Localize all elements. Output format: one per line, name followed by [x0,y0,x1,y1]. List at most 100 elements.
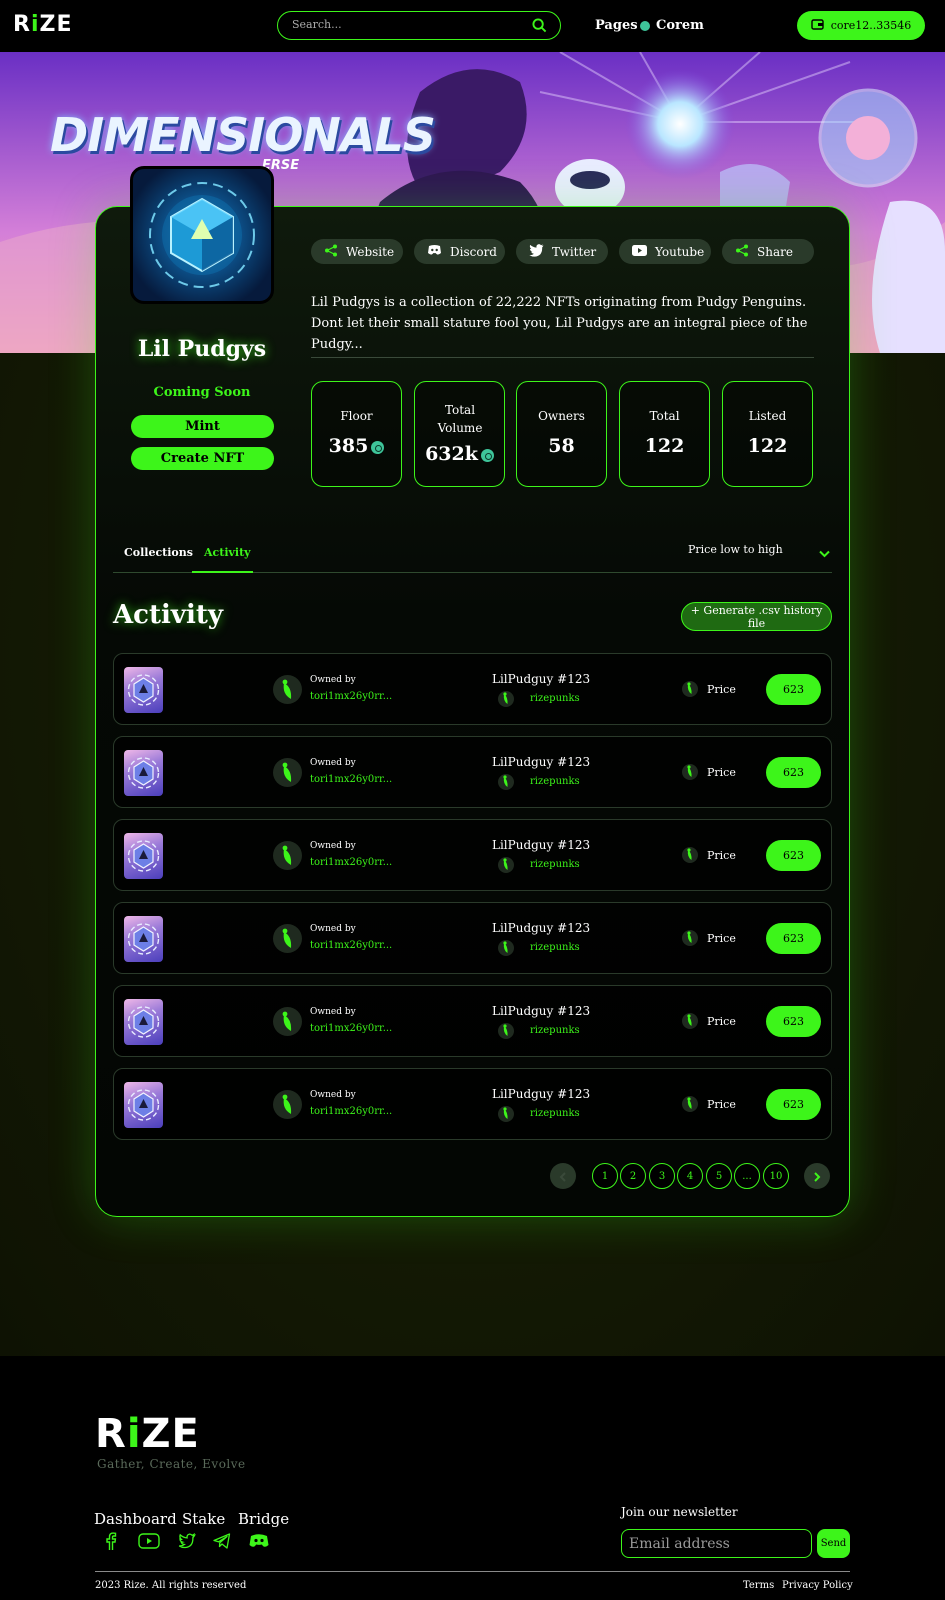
mint-button[interactable]: Mint [131,415,274,438]
youtube-button[interactable]: Youtube [619,239,711,264]
nft-thumbnail[interactable] [124,999,163,1045]
stat-owners: Owners 58 [516,381,607,487]
privacy-policy-link[interactable]: Privacy Policy [782,1580,853,1591]
rize-leaf-icon [498,857,514,873]
page-button[interactable]: 2 [620,1163,646,1189]
owner-address[interactable]: tori1mx26y0rr... [310,1023,392,1034]
facebook-icon[interactable] [101,1531,121,1551]
nft-name[interactable]: LilPudguy #123 [492,1004,590,1018]
collection-link[interactable]: rizepunks [530,693,580,704]
coin-icon [371,440,385,454]
page-button[interactable]: 10 [763,1163,789,1189]
rize-leaf-icon [273,1090,302,1119]
nft-thumbnail[interactable] [124,916,163,962]
nft-name[interactable]: LilPudguy #123 [492,921,590,935]
nft-name[interactable]: LilPudguy #123 [492,672,590,686]
page-button[interactable]: 5 [706,1163,732,1189]
price-button[interactable]: 623 [766,1089,821,1120]
page-button[interactable]: 1 [592,1163,618,1189]
page-button[interactable]: 3 [649,1163,675,1189]
rize-logo[interactable]: RiZE [13,12,72,37]
activity-row[interactable]: Owned by tori1mx26y0rr... LilPudguy #123 ri… [113,653,832,725]
nft-name[interactable]: LilPudguy #123 [492,838,590,852]
price-label: Price [707,932,736,945]
collection-link[interactable]: rizepunks [530,1025,580,1036]
wallet-icon [811,18,824,33]
price-button[interactable]: 623 [766,757,821,788]
collection-link[interactable]: rizepunks [530,859,580,870]
newsletter-send-button[interactable]: Send [817,1529,850,1558]
discord-icon[interactable] [248,1531,270,1551]
price-button[interactable]: 623 [766,674,821,705]
activity-row[interactable]: Owned by tori1mx26y0rr... LilPudguy #123 ri… [113,819,832,891]
create-nft-button[interactable]: Create NFT [131,447,274,470]
footer-link-bridge[interactable]: Bridge [238,1510,289,1528]
activity-row[interactable]: Owned by tori1mx26y0rr... LilPudguy #123 ri… [113,902,832,974]
website-button[interactable]: Website [311,239,403,264]
rize-leaf-icon [498,774,514,790]
rize-leaf-icon [498,940,514,956]
footer-logo[interactable]: RiZE [95,1411,200,1457]
price-button[interactable]: 623 [766,1006,821,1037]
activity-row[interactable]: Owned by tori1mx26y0rr... LilPudguy #123 ri… [113,985,832,1057]
owner-address[interactable]: tori1mx26y0rr... [310,940,392,951]
twitter-label: Twitter [552,244,597,259]
search-icon[interactable] [532,18,547,37]
page-button[interactable]: 4 [677,1163,703,1189]
sort-select[interactable]: Price low to high [688,543,783,556]
terms-link[interactable]: Terms [743,1580,774,1591]
tab-activity[interactable]: Activity [204,546,251,559]
share-label: Share [757,244,793,259]
nft-thumbnail[interactable] [124,833,163,879]
discord-icon [427,244,442,259]
owner-address[interactable]: tori1mx26y0rr... [310,691,392,702]
nft-name[interactable]: LilPudguy #123 [492,755,590,769]
newsletter-email-input[interactable] [621,1529,812,1558]
owner-address[interactable]: tori1mx26y0rr... [310,1106,392,1117]
nft-name[interactable]: LilPudguy #123 [492,1087,590,1101]
collection-link[interactable]: rizepunks [530,776,580,787]
next-page-button[interactable] [804,1163,830,1189]
collection-link[interactable]: rizepunks [530,1108,580,1119]
tab-collections[interactable]: Collections [124,546,193,559]
youtube-icon[interactable] [138,1531,160,1551]
nft-thumbnail[interactable] [124,667,163,713]
price-button[interactable]: 623 [766,923,821,954]
stat-label: Owners [538,409,585,423]
footer-link-stake[interactable]: Stake [182,1510,225,1528]
stat-value: 122 [747,435,788,457]
nft-thumbnail[interactable] [124,1082,163,1128]
chevron-right-icon [813,1167,821,1186]
share-button[interactable]: Share [722,239,814,264]
stat-label: Listed [748,409,787,423]
price-button[interactable]: 623 [766,840,821,871]
collection-avatar [130,166,274,304]
twitter-icon[interactable] [176,1531,196,1551]
network-selector[interactable]: Corem [656,18,704,33]
stat-volume: Total Volume 632k [414,381,505,487]
prev-page-button[interactable] [550,1163,576,1189]
nft-thumbnail[interactable] [124,750,163,796]
telegram-icon[interactable] [212,1531,232,1551]
discord-button[interactable]: Discord [414,239,505,264]
pages-menu[interactable]: Pages [595,18,638,33]
owner-address[interactable]: tori1mx26y0rr... [310,857,392,868]
rize-leaf-icon [273,924,302,953]
stat-label: Total Volume [437,403,483,435]
activity-row[interactable]: Owned by tori1mx26y0rr... LilPudguy #123 ri… [113,736,832,808]
collection-link[interactable]: rizepunks [530,942,580,953]
newsletter-title: Join our newsletter [621,1505,738,1519]
youtube-icon [632,244,647,259]
twitter-button[interactable]: Twitter [516,239,608,264]
footer-tagline: Gather, Create, Evolve [97,1457,246,1471]
activity-row[interactable]: Owned by tori1mx26y0rr... LilPudguy #123 ri… [113,1068,832,1140]
owner-address[interactable]: tori1mx26y0rr... [310,774,392,785]
divider [311,357,814,358]
generate-csv-button[interactable]: + Generate .csv history file [681,602,832,631]
footer-link-dashboard[interactable]: Dashboard [94,1510,177,1528]
chevron-down-icon[interactable] [819,543,830,562]
search-input[interactable] [292,18,512,31]
rize-leaf-icon [682,1096,698,1112]
owned-by-label: Owned by [310,841,356,851]
wallet-button[interactable]: core12..33546 [797,11,925,40]
